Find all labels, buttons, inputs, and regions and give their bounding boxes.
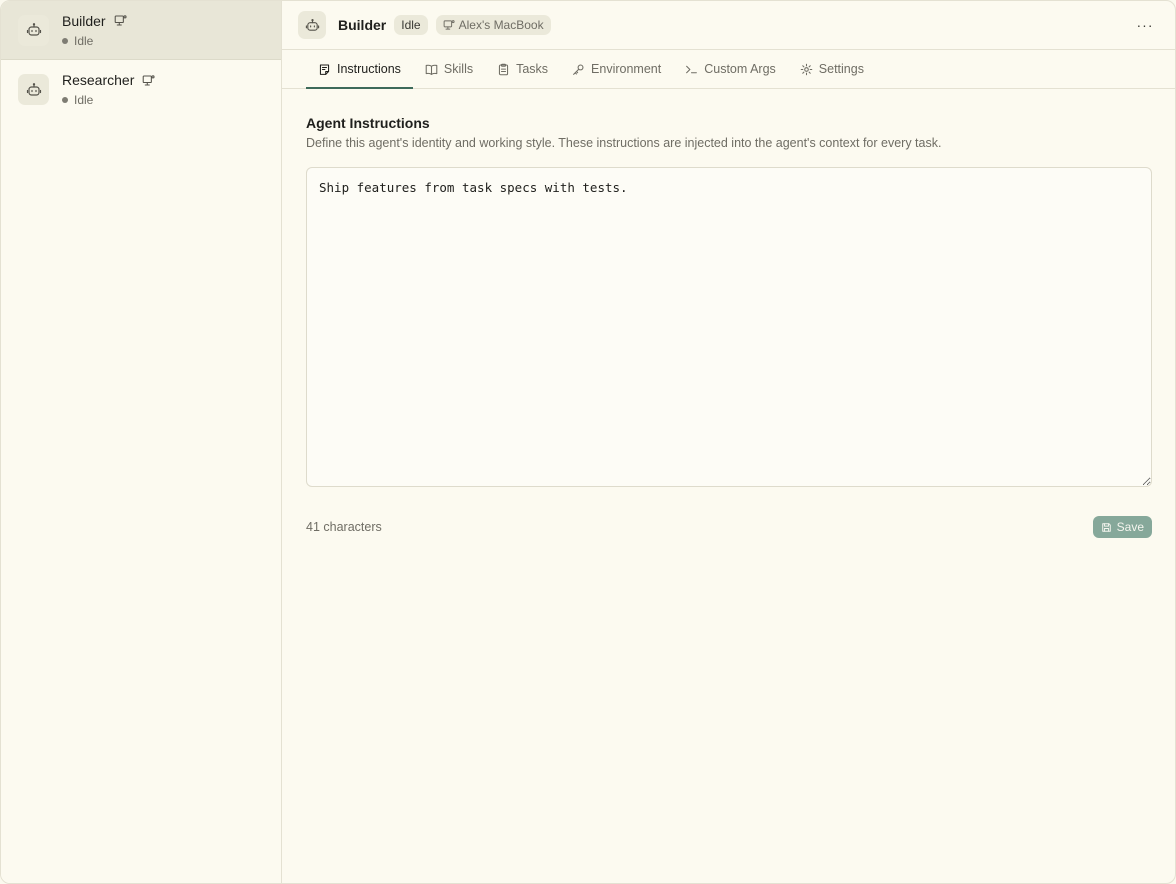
agent-name: Builder (62, 12, 106, 29)
machine-label: Alex's MacBook (458, 18, 544, 32)
agent-sidebar: Builder Idle Researcher Idle (1, 1, 282, 883)
machine-badge: Alex's MacBook (435, 15, 551, 35)
section-description: Define this agent's identity and working… (306, 136, 942, 150)
tab-custom-args[interactable]: Custom Args (673, 50, 788, 88)
monitor-icon (142, 74, 155, 87)
agent-header: Builder Idle Alex's MacBook ··· (282, 1, 1175, 50)
save-button[interactable]: Save (1092, 516, 1152, 538)
tab-label: Settings (818, 62, 864, 76)
monitor-icon (114, 14, 127, 27)
tab-instructions[interactable]: Instructions (306, 50, 413, 89)
bot-icon (298, 11, 326, 39)
tab-settings[interactable]: Settings (788, 50, 876, 88)
sidebar-item-builder[interactable]: Builder Idle (1, 1, 281, 60)
bot-icon (18, 74, 49, 105)
tab-bar: Instructions Skills Tasks Environment Cu… (282, 50, 1175, 89)
agent-status: Idle (74, 33, 94, 48)
more-icon: ··· (1136, 17, 1154, 33)
status-badge: Idle (394, 15, 428, 35)
save-label: Save (1116, 520, 1144, 534)
tab-environment[interactable]: Environment (560, 50, 673, 88)
status-dot (62, 37, 68, 44)
tab-label: Skills (443, 62, 474, 76)
status-dot (62, 97, 68, 103)
sidebar-item-researcher[interactable]: Researcher Idle (1, 60, 281, 119)
tab-label: Custom Args (704, 62, 776, 76)
instructions-panel: Agent Instructions Define this agent's i… (282, 89, 1175, 538)
main-panel: Builder Idle Alex's MacBook ··· Instruct… (282, 1, 1175, 883)
tab-label: Tasks (516, 62, 549, 76)
tab-label: Instructions (337, 62, 401, 76)
book-icon (425, 63, 438, 76)
tab-tasks[interactable]: Tasks (485, 50, 560, 88)
app-window: Builder Idle Researcher Idle Builder Idl… (0, 0, 1176, 884)
key-icon (572, 63, 585, 76)
terminal-icon (685, 63, 698, 76)
section-title: Agent Instructions (306, 115, 430, 131)
gear-icon (800, 63, 813, 76)
agent-status: Idle (74, 93, 94, 107)
save-icon (1101, 522, 1112, 533)
tab-skills[interactable]: Skills (413, 50, 485, 88)
monitor-icon (443, 19, 455, 31)
clipboard-icon (497, 63, 510, 76)
more-options-button[interactable]: ··· (1133, 15, 1157, 35)
bot-icon (18, 14, 49, 46)
tab-label: Environment (591, 62, 662, 76)
character-count: 41 characters (306, 520, 382, 534)
page-title: Builder (338, 17, 387, 33)
notepad-icon (318, 63, 331, 76)
instructions-textarea[interactable]: Ship features from task specs with tests… (306, 167, 1152, 487)
agent-name: Researcher (62, 72, 135, 88)
